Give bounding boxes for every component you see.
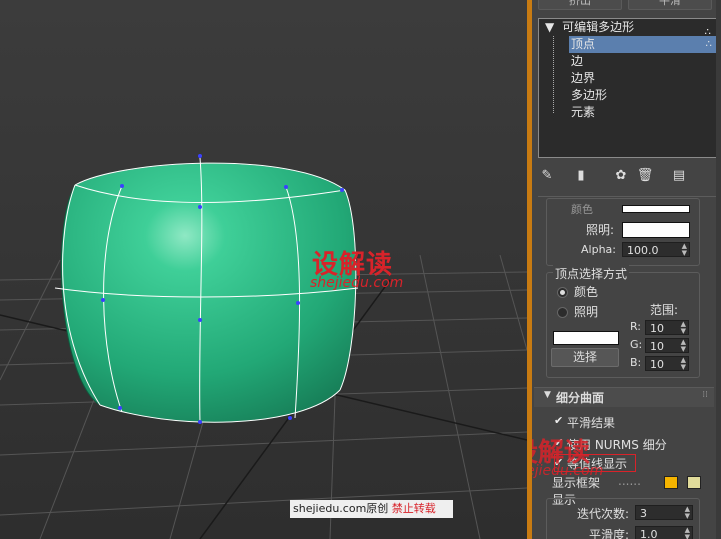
stack-item-label: 顶点: [571, 37, 596, 51]
caption-forbid: 禁止转载: [391, 502, 436, 515]
make-unique-icon[interactable]: ✿: [612, 166, 630, 186]
r-spinner[interactable]: 10 ▲ ▼: [645, 320, 689, 335]
b-spinner[interactable]: 10 ▲ ▼: [645, 356, 689, 371]
stack-item-polygon[interactable]: 多边形: [571, 87, 607, 104]
stack-toolbar: ✎ ▮ ✿ 🗑 ▤: [538, 166, 716, 188]
smooth-result-label: 平滑结果: [567, 416, 616, 430]
r-value: 10: [650, 322, 664, 335]
viewport-scene: [0, 154, 527, 539]
spinner-arrows-icon: ▲ ▼: [681, 242, 687, 257]
rollout-grip-icon: ⁞⁞: [702, 390, 708, 400]
smoothness-label: 平滑度:: [589, 528, 630, 539]
spinner-arrows-icon: ▲ ▼: [680, 320, 686, 335]
b-value: 10: [650, 358, 664, 371]
cage-color-swatch-2[interactable]: [687, 476, 701, 489]
caption-orig: 原创: [366, 502, 389, 515]
stack-item-vertex[interactable]: 顶点 ∴: [569, 36, 718, 53]
cage-color-swatch-1[interactable]: [664, 476, 678, 489]
watermark-caption: shejiedu.com原创 禁止转载: [290, 500, 453, 518]
spinner-arrows-icon: ▲ ▼: [684, 505, 690, 520]
command-panel: 挤出 平滑 ▼ 可编辑多边形 ∴ 顶点 ∴ 边 边界 多边形 元素 ✎ ▮ ✿ …: [532, 0, 721, 539]
display-group: 迭代次数: 3 ▲ ▼ 平滑度: 1.0 ▲ ▼: [546, 498, 700, 539]
vertex-color-group: 颜色 照明: Alpha: 100.0 ▲ ▼: [546, 198, 700, 266]
pin-stack-icon[interactable]: ✎: [538, 166, 556, 186]
select-button[interactable]: 选择: [551, 348, 619, 367]
g-label: G:: [630, 338, 643, 351]
b-label: B:: [630, 356, 642, 369]
stack-tree-lines: [553, 36, 568, 113]
extrude-button[interactable]: 挤出: [538, 0, 622, 10]
3d-viewport[interactable]: 设解读 shejiedu.com shejiedu.com原创 禁止转载: [0, 0, 527, 539]
spinner-arrows-icon: ▲ ▼: [684, 526, 690, 539]
smooth-result-checkbox[interactable]: ✔: [554, 415, 564, 426]
iterations-label: 迭代次数:: [577, 507, 630, 521]
alpha-label: Alpha:: [581, 243, 616, 256]
illum-color-swatch[interactable]: [622, 222, 690, 238]
show-cage-dots: ......: [618, 474, 641, 488]
iterations-spinner[interactable]: 3 ▲ ▼: [635, 505, 693, 520]
smoothness-spinner[interactable]: 1.0 ▲ ▼: [635, 526, 693, 539]
alpha-value: 100.0: [627, 244, 659, 257]
subdivision-rollout-header[interactable]: ▼ 细分曲面 ⁞⁞: [534, 387, 714, 407]
radio-color-label: 颜色: [574, 285, 599, 299]
color-label: 颜色: [571, 203, 593, 216]
g-value: 10: [650, 340, 664, 353]
show-end-result-icon[interactable]: ▮: [572, 166, 590, 186]
panel-scrollbar[interactable]: [716, 0, 721, 539]
stack-item-border[interactable]: 边界: [571, 70, 595, 87]
g-spinner[interactable]: 10 ▲ ▼: [645, 338, 689, 353]
configure-sets-icon[interactable]: ▤: [670, 166, 688, 186]
vertex-select-title: 顶点选择方式: [553, 265, 630, 282]
caption-site: shejiedu.com: [293, 502, 367, 515]
vertex-select-group: 顶点选择方式 颜色 照明 范围: R: 10 ▲ ▼ G: 10 ▲ ▼ B: 10 ▲ ▼…: [546, 265, 700, 378]
watermark-url-2: shejiedu.com: [532, 463, 604, 479]
rollout-collapse-icon: ▼: [544, 390, 551, 400]
spinner-arrows-icon: ▲ ▼: [680, 356, 686, 371]
smooth-button[interactable]: 平滑: [628, 0, 712, 10]
modifier-stack[interactable]: ▼ 可编辑多边形 ∴ 顶点 ∴ 边 边界 多边形 元素: [538, 18, 718, 158]
spinner-arrows-icon: ▲ ▼: [680, 338, 686, 353]
stack-item-element[interactable]: 元素: [571, 104, 595, 121]
radio-illum[interactable]: [557, 307, 568, 318]
radio-color[interactable]: [557, 287, 568, 298]
smoothness-value: 1.0: [640, 528, 658, 539]
remove-modifier-icon[interactable]: 🗑: [636, 166, 654, 186]
alpha-spinner[interactable]: 100.0 ▲ ▼: [622, 242, 690, 257]
illum-label: 照明:: [586, 223, 615, 237]
stack-item-edge[interactable]: 边: [571, 53, 583, 70]
vertex-dots-icon: ∴: [705, 39, 712, 50]
radio-illum-label: 照明: [574, 305, 599, 319]
vertex-color-swatch[interactable]: [622, 205, 690, 213]
iterations-value: 3: [640, 507, 647, 520]
watermark-url: shejiedu.com: [310, 275, 404, 291]
r-label: R:: [630, 320, 642, 333]
select-color-swatch[interactable]: [553, 331, 619, 345]
subdivision-title: 细分曲面: [556, 391, 605, 405]
range-label: 范围:: [650, 303, 679, 317]
